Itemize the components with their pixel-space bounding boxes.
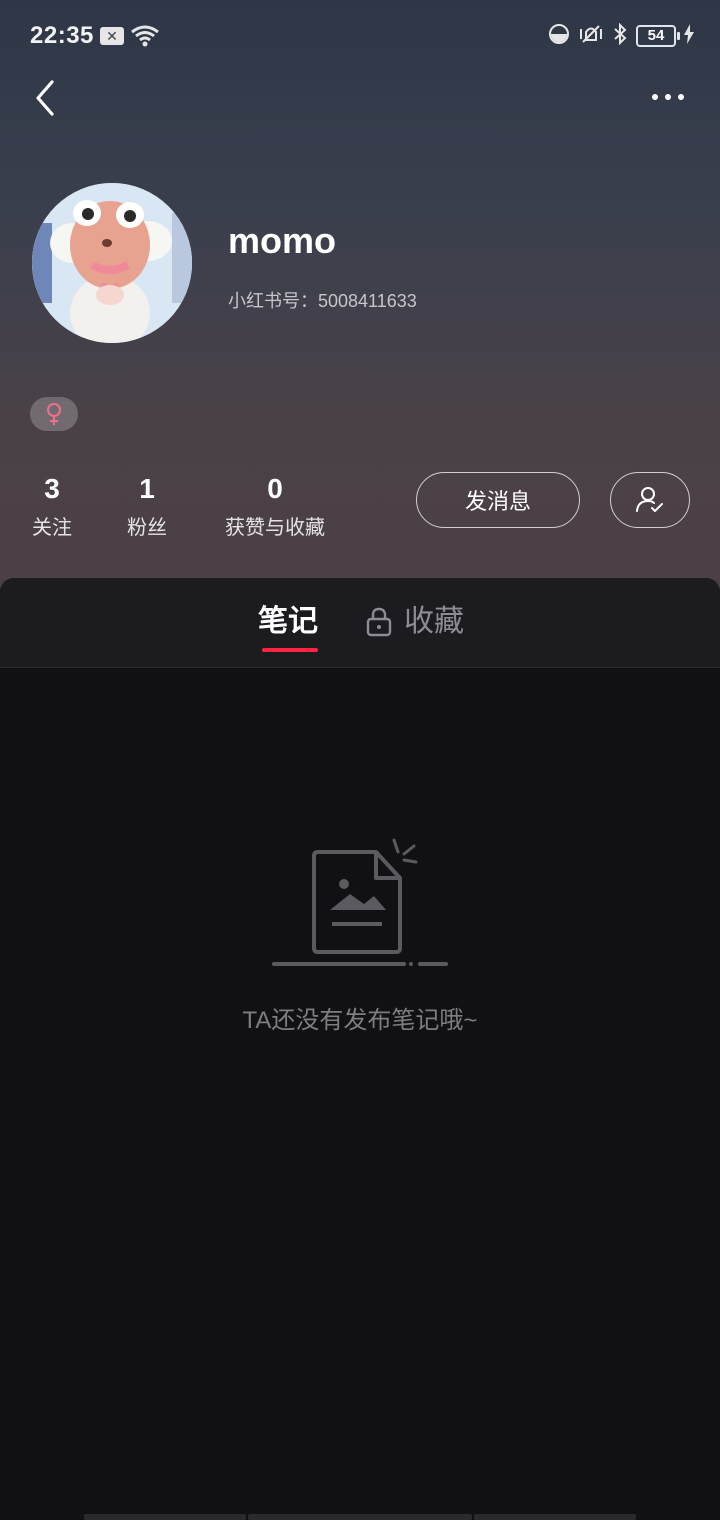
bottom-divider <box>84 1514 246 1520</box>
tab-collections-label: 收藏 <box>404 605 464 638</box>
stat-following[interactable]: 3 关注 <box>30 473 74 540</box>
content-panel: 笔记 收藏 TA还没有发布笔记哦~ <box>0 578 720 1520</box>
status-bar: 22:35 ✕ 54 <box>0 0 720 74</box>
stat-followers-label: 粉丝 <box>127 517 167 539</box>
empty-document-icon <box>270 838 450 968</box>
chevron-left-icon <box>36 80 54 116</box>
stat-following-value: 3 <box>44 473 60 504</box>
more-button[interactable] <box>646 80 690 114</box>
send-message-button[interactable]: 发消息 <box>416 472 580 528</box>
dnd-icon <box>548 23 570 50</box>
user-id-label: 小红书号： <box>228 291 318 311</box>
more-dot <box>665 94 671 100</box>
stat-likes-value: 0 <box>267 473 283 504</box>
stat-following-label: 关注 <box>32 517 72 539</box>
lock-icon <box>366 607 392 637</box>
stat-followers[interactable]: 1 粉丝 <box>124 473 170 540</box>
tab-collections[interactable]: 收藏 <box>366 602 464 642</box>
avatar[interactable] <box>32 183 192 343</box>
tab-bar: 笔记 收藏 <box>0 578 720 668</box>
stat-likes-label: 获赞与收藏 <box>225 517 325 539</box>
charging-icon <box>684 23 694 49</box>
bluetooth-icon <box>612 22 628 50</box>
bottom-divider <box>474 1514 636 1520</box>
avatar-image <box>32 183 192 343</box>
tab-notes[interactable]: 笔记 <box>258 602 318 642</box>
follow-status-button[interactable] <box>610 472 690 528</box>
bottom-divider <box>248 1514 472 1520</box>
user-id[interactable]: 小红书号：5008411633 <box>228 287 417 313</box>
wifi-icon <box>130 24 160 53</box>
user-check-icon <box>636 487 663 512</box>
more-dot <box>678 94 684 100</box>
more-dot <box>652 94 658 100</box>
notification-x-icon: ✕ <box>100 27 124 45</box>
female-icon <box>47 403 61 425</box>
username: momo <box>228 220 336 261</box>
active-tab-indicator <box>262 648 318 652</box>
battery-indicator: 54 <box>636 25 680 47</box>
stat-followers-value: 1 <box>139 473 155 504</box>
gender-tag <box>30 397 78 431</box>
empty-state-text: TA还没有发布笔记哦~ <box>242 1007 478 1034</box>
status-time: 22:35 <box>30 22 94 49</box>
back-button[interactable] <box>26 74 70 122</box>
stat-likes-collects[interactable]: 0 获赞与收藏 <box>218 473 332 540</box>
user-id-value: 5008411633 <box>318 291 417 311</box>
vibrate-icon <box>578 23 604 50</box>
